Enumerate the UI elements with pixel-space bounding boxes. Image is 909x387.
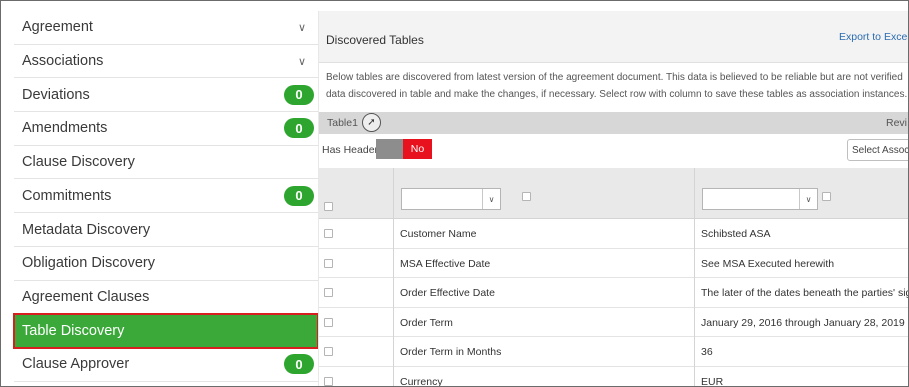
export-label: Export to Excel — [839, 30, 909, 43]
column-checkbox[interactable] — [822, 192, 831, 201]
has-header-label: Has Header — [322, 144, 379, 156]
column-divider — [694, 168, 695, 386]
sidebar-item-label: Metadata Discovery — [22, 221, 151, 238]
description-line: data discovered in table and make the ch… — [326, 89, 908, 100]
sidebar-item-agreement-clauses[interactable]: Agreement Clauses — [14, 281, 318, 315]
count-badge: 0 — [284, 354, 314, 375]
table-cell[interactable]: Customer Name — [400, 228, 476, 240]
sidebar-item-label: Deviations — [22, 86, 90, 103]
panel-header: Discovered Tables Export to Excel — [319, 11, 909, 63]
row-checkbox[interactable] — [324, 317, 333, 327]
table-cell[interactable]: Currency — [400, 376, 443, 387]
page-title: Discovered Tables — [326, 33, 424, 47]
count-badge: 0 — [284, 185, 314, 206]
row-checkbox[interactable] — [324, 229, 333, 238]
toggle-no-segment[interactable]: No — [403, 139, 432, 159]
column-checkbox[interactable] — [522, 192, 531, 201]
association-select[interactable]: Select Assoc — [847, 139, 908, 161]
table-cell[interactable]: MSA Effective Date — [400, 258, 490, 270]
sidebar-item-label: Clause Discovery — [22, 154, 135, 171]
description-line: Below tables are discovered from latest … — [326, 72, 903, 83]
column-divider — [393, 168, 394, 386]
sidebar-item-label: Clause Approver — [22, 356, 130, 373]
sidebar-item-agreement[interactable]: Agreement ∨ — [14, 11, 318, 45]
pin-icon[interactable]: ➚ — [362, 113, 381, 132]
sidebar-item-clause-approver[interactable]: Clause Approver 0 — [14, 348, 318, 382]
sidebar-item-amendments[interactable]: Amendments 0 — [14, 112, 318, 146]
table-cell[interactable]: Order Term in Months — [400, 346, 501, 358]
review-label: Revi — [886, 117, 908, 129]
chevron-down-icon[interactable]: ∨ — [290, 55, 314, 68]
row-checkbox[interactable] — [324, 347, 333, 356]
table-cell[interactable]: Order Term — [400, 317, 453, 329]
table-cell[interactable]: January 29, 2016 through January 28, 201… — [701, 317, 905, 329]
count-badge: 0 — [284, 118, 314, 139]
sidebar-item-label: Commitments — [22, 187, 112, 204]
table-cell[interactable]: 36 — [701, 346, 713, 358]
sidebar-item-table-discovery[interactable]: Table Discovery — [13, 313, 319, 349]
chevron-down-icon[interactable]: ∨ — [482, 189, 500, 209]
sidebar-item-obligation-discovery[interactable]: Obligation Discovery — [14, 247, 318, 281]
table-header-row: ∨ ∨ — [319, 168, 908, 219]
sidebar-item-label: Agreement — [22, 19, 93, 36]
chevron-down-icon[interactable]: ∨ — [290, 21, 314, 34]
count-badge: 0 — [284, 84, 314, 105]
table-row[interactable]: Order Effective Date The later of the da… — [319, 278, 908, 308]
table-row[interactable]: Order Term in Months 36 — [319, 337, 908, 367]
table-toolbar: Table1 ➚ Revi — [319, 112, 908, 134]
table-row[interactable]: Currency EUR — [319, 366, 908, 387]
table-cell[interactable]: Schibsted ASA — [701, 228, 770, 240]
sidebar-item-label: Obligation Discovery — [22, 255, 155, 272]
table-cell[interactable]: The later of the dates beneath the parti… — [701, 287, 908, 299]
sidebar: Agreement ∨ Associations ∨ Deviations 0 … — [13, 11, 319, 386]
sidebar-item-associations[interactable]: Associations ∨ — [14, 45, 318, 79]
table-name: Table1 — [327, 117, 358, 129]
main-panel: Discovered Tables Export to Excel Below … — [318, 11, 909, 387]
sidebar-item-label: Amendments — [22, 120, 108, 137]
sidebar-item-label: Agreement Clauses — [22, 288, 150, 305]
sidebar-item-label: Table Discovery — [22, 322, 125, 339]
sidebar-item-commitments[interactable]: Commitments 0 — [14, 180, 318, 214]
row-checkbox[interactable] — [324, 258, 333, 268]
toggle-off-segment[interactable] — [376, 139, 403, 159]
chevron-down-icon[interactable]: ∨ — [799, 189, 817, 209]
app-frame: Agreement ∨ Associations ∨ Deviations 0 … — [0, 0, 909, 387]
table-row[interactable]: Order Term January 29, 2016 through Janu… — [319, 307, 908, 337]
select-all-checkbox[interactable] — [324, 202, 333, 211]
row-checkbox[interactable] — [324, 376, 333, 386]
sidebar-item-label: Associations — [22, 53, 104, 70]
sidebar-item-metadata-discovery[interactable]: Metadata Discovery — [14, 213, 318, 247]
table-cell[interactable]: Order Effective Date — [400, 287, 495, 299]
has-header-toggle[interactable]: No — [376, 139, 432, 159]
table-row[interactable]: Customer Name Schibsted ASA — [319, 219, 908, 249]
sidebar-item-deviations[interactable]: Deviations 0 — [14, 78, 318, 113]
export-to-excel-link[interactable]: Export to Excel — [839, 30, 909, 44]
column-mapping-select[interactable]: ∨ — [401, 188, 501, 210]
column-mapping-select[interactable]: ∨ — [702, 188, 818, 210]
table-row[interactable]: MSA Effective Date See MSA Executed here… — [319, 248, 908, 278]
sidebar-item-clause-discovery[interactable]: Clause Discovery — [14, 146, 318, 180]
table-cell[interactable]: EUR — [701, 376, 723, 387]
row-checkbox[interactable] — [324, 288, 333, 297]
description-text: Below tables are discovered from latest … — [326, 69, 908, 103]
table-cell[interactable]: See MSA Executed herewith — [701, 258, 834, 270]
